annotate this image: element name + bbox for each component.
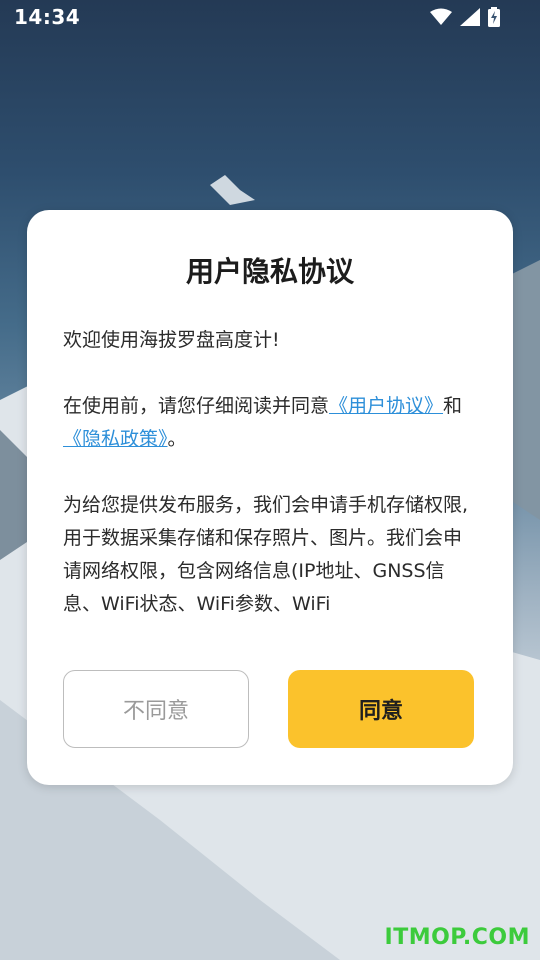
- app-screen: 14:34 用户隐私协议 欢迎使用海拔罗盘高度计! 在使用前，请您仔细阅读并同意…: [0, 0, 540, 960]
- wifi-icon: [430, 8, 452, 25]
- status-icons: [430, 7, 500, 27]
- battery-charging-icon: [488, 7, 500, 27]
- consent-suffix: 。: [167, 428, 187, 450]
- user-agreement-link[interactable]: 《用户协议》: [329, 395, 443, 417]
- welcome-text: 欢迎使用海拔罗盘高度计!: [63, 329, 280, 351]
- status-time: 14:34: [14, 5, 81, 29]
- consent-text: 在使用前，请您仔细阅读并同意《用户协议》和《隐私政策》。: [63, 390, 479, 456]
- status-bar: 14:34: [0, 0, 540, 36]
- privacy-agreement-dialog: 用户隐私协议 欢迎使用海拔罗盘高度计! 在使用前，请您仔细阅读并同意《用户协议》…: [27, 210, 513, 785]
- watermark-logo: ITMOP.COM: [384, 925, 530, 950]
- dialog-title: 用户隐私协议: [185, 255, 354, 288]
- consent-and: 和: [443, 395, 463, 417]
- privacy-policy-link[interactable]: 《隐私政策》: [63, 428, 168, 450]
- consent-prefix: 在使用前，请您仔细阅读并同意: [63, 395, 330, 417]
- dialog-body[interactable]: 欢迎使用海拔罗盘高度计! 在使用前，请您仔细阅读并同意《用户协议》和《隐私政策》…: [63, 324, 479, 624]
- permissions-text: 为给您提供发布服务，我们会申请手机存储权限, 用于数据采集存储和保存照片、图片。…: [63, 494, 469, 615]
- agree-button[interactable]: 同意: [288, 670, 474, 748]
- disagree-button[interactable]: 不同意: [63, 670, 249, 748]
- signal-icon: [460, 8, 480, 26]
